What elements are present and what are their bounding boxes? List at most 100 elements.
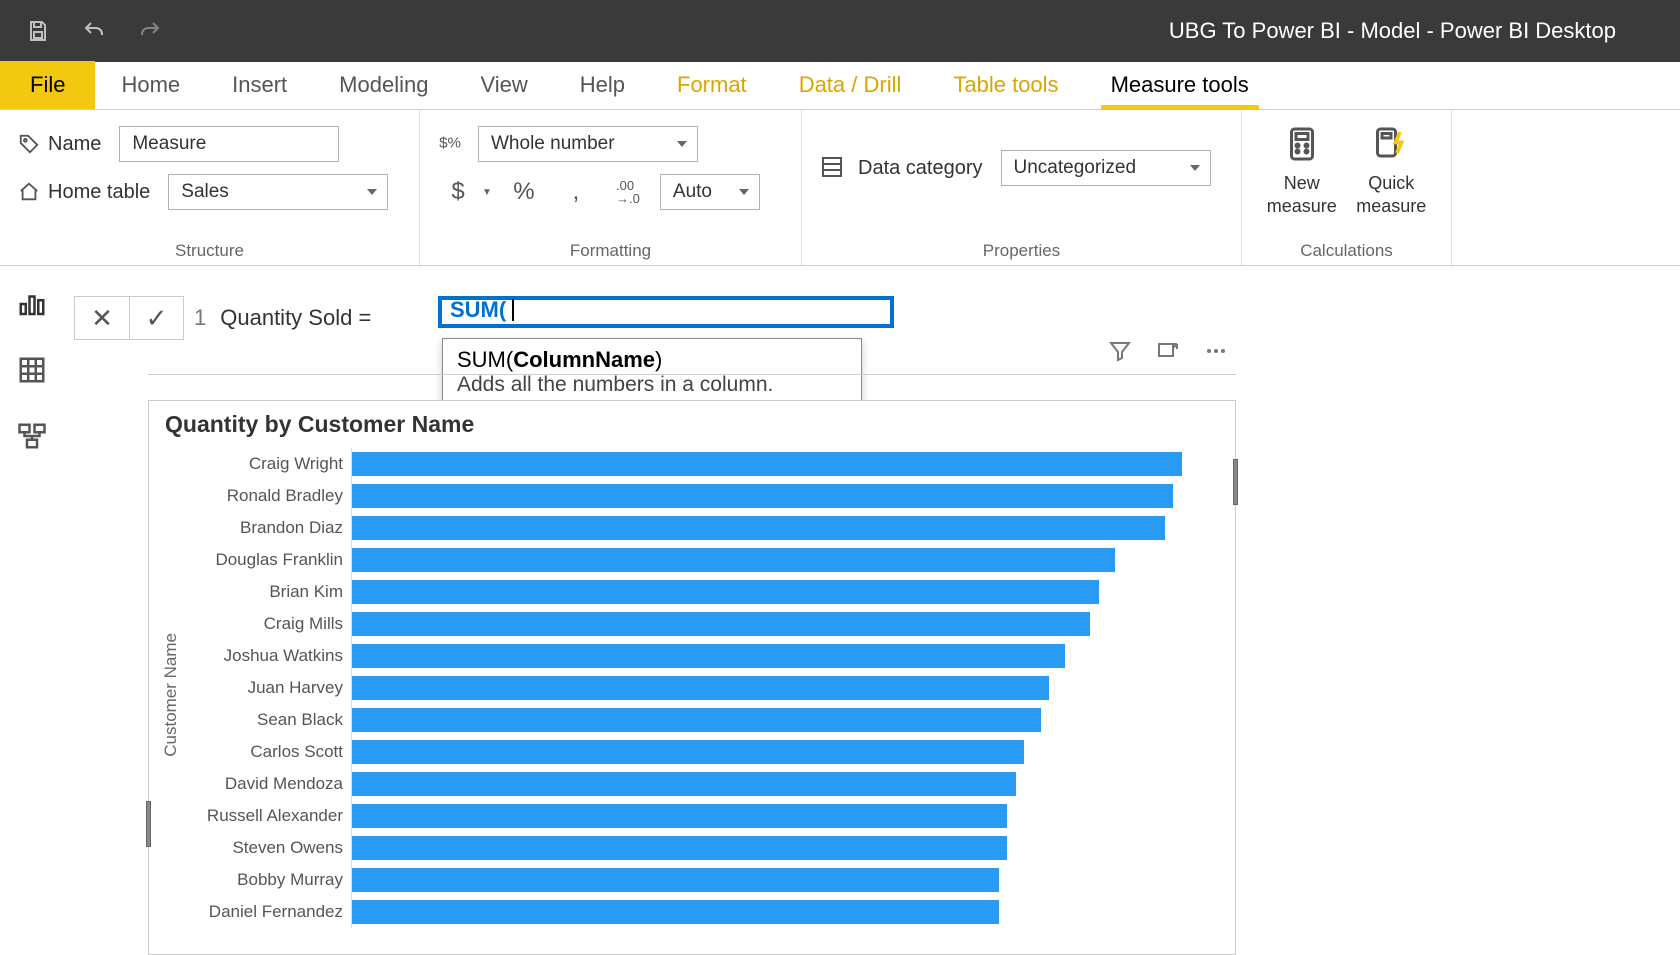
visual-frame[interactable] xyxy=(148,374,1236,400)
data-category-label: Data category xyxy=(858,157,983,180)
category-label: Craig Wright xyxy=(187,448,343,480)
tab-file[interactable]: File xyxy=(0,61,95,109)
new-measure-label: New measure xyxy=(1267,172,1337,219)
focus-mode-icon[interactable] xyxy=(1156,339,1182,365)
bar[interactable] xyxy=(352,516,1165,540)
group-structure-label: Structure xyxy=(18,237,401,261)
bar[interactable] xyxy=(352,676,1049,700)
bar[interactable] xyxy=(352,772,1016,796)
formula-editor[interactable]: SUM( xyxy=(438,296,894,328)
bar[interactable] xyxy=(352,708,1041,732)
category-label: Steven Owens xyxy=(187,832,343,864)
bar[interactable] xyxy=(352,644,1065,668)
category-label: Brian Kim xyxy=(187,576,343,608)
bar[interactable] xyxy=(352,868,999,892)
bar[interactable] xyxy=(352,612,1090,636)
tooltip-sig-arg: ColumnName xyxy=(513,347,655,372)
tab-modeling[interactable]: Modeling xyxy=(313,61,454,109)
ribbon: Name Measure Home table Sales Structure … xyxy=(0,110,1680,266)
filter-icon[interactable] xyxy=(1108,339,1134,365)
new-measure-button[interactable]: New measure xyxy=(1260,120,1344,220)
decimal-places-input[interactable]: Auto xyxy=(660,174,760,210)
quick-measure-icon xyxy=(1369,122,1413,166)
y-axis-labels: Craig WrightRonald BradleyBrandon DiazDo… xyxy=(187,448,351,928)
category-label: Russell Alexander xyxy=(187,800,343,832)
format-type-select[interactable]: Whole number xyxy=(478,126,698,162)
format-icon: $% xyxy=(438,130,466,158)
tab-view[interactable]: View xyxy=(454,61,553,109)
calculator-icon xyxy=(1280,122,1324,166)
category-label: Daniel Fernandez xyxy=(187,896,343,928)
tab-measure-tools[interactable]: Measure tools xyxy=(1085,61,1275,109)
category-label: Joshua Watkins xyxy=(187,640,343,672)
category-label: Bobby Murray xyxy=(187,864,343,896)
bar[interactable] xyxy=(352,740,1024,764)
bar[interactable] xyxy=(352,548,1115,572)
formula-function: SUM( xyxy=(450,297,506,323)
redo-icon[interactable] xyxy=(136,17,164,45)
resize-handle-right[interactable] xyxy=(1233,459,1238,505)
category-label: Juan Harvey xyxy=(187,672,343,704)
tab-data-drill[interactable]: Data / Drill xyxy=(773,61,928,109)
tooltip-sig-pre: SUM( xyxy=(457,347,513,372)
measure-name-input[interactable]: Measure xyxy=(119,126,339,162)
tooltip-sig-post: ) xyxy=(655,347,662,372)
group-formatting-label: Formatting xyxy=(438,237,783,261)
group-calculations-label: Calculations xyxy=(1260,237,1433,261)
y-axis-title: Customer Name xyxy=(161,633,181,757)
chart-title: Quantity by Customer Name xyxy=(149,401,1235,444)
svg-text:$%: $% xyxy=(439,134,461,151)
report-view-button[interactable] xyxy=(14,286,50,322)
home-table-icon xyxy=(18,181,40,203)
category-label: Ronald Bradley xyxy=(187,480,343,512)
formula-commit-button[interactable]: ✓ xyxy=(129,297,183,339)
formula-bar: ✕ ✓ 1 Quantity Sold = xyxy=(74,296,371,340)
bar[interactable] xyxy=(352,580,1099,604)
quick-measure-label: Quick measure xyxy=(1356,172,1426,219)
bar-chart-visual[interactable]: Quantity by Customer Name Customer Name … xyxy=(148,400,1236,955)
resize-handle-left[interactable] xyxy=(146,801,151,847)
bar[interactable] xyxy=(352,484,1173,508)
decimal-button[interactable]: .00→.0 xyxy=(608,172,648,212)
tab-table-tools[interactable]: Table tools xyxy=(927,61,1084,109)
model-view-button[interactable] xyxy=(14,418,50,454)
tag-icon xyxy=(18,133,40,155)
category-icon xyxy=(820,155,846,181)
tab-help[interactable]: Help xyxy=(554,61,651,109)
home-table-select[interactable]: Sales xyxy=(168,174,388,210)
category-label: Carlos Scott xyxy=(187,736,343,768)
category-label: Douglas Franklin xyxy=(187,544,343,576)
name-label: Name xyxy=(48,133,101,155)
quick-measure-button[interactable]: Quick measure xyxy=(1350,120,1434,220)
bar[interactable] xyxy=(352,804,1007,828)
category-label: Brandon Diaz xyxy=(187,512,343,544)
home-table-label: Home table xyxy=(48,181,150,203)
formula-lhs: Quantity Sold = xyxy=(220,305,371,331)
save-icon[interactable] xyxy=(24,17,52,45)
tab-home[interactable]: Home xyxy=(95,61,206,109)
data-category-select[interactable]: Uncategorized xyxy=(1001,150,1211,186)
tab-format[interactable]: Format xyxy=(651,61,773,109)
bar[interactable] xyxy=(352,452,1182,476)
category-label: Sean Black xyxy=(187,704,343,736)
ribbon-tabs: File HomeInsertModelingViewHelpFormatDat… xyxy=(0,62,1680,110)
currency-button[interactable]: $ xyxy=(438,172,478,212)
text-cursor xyxy=(512,299,514,321)
comma-button[interactable]: , xyxy=(556,172,596,212)
tab-insert[interactable]: Insert xyxy=(206,61,313,109)
undo-icon[interactable] xyxy=(80,17,108,45)
more-options-icon[interactable] xyxy=(1204,339,1230,365)
percent-button[interactable]: % xyxy=(504,172,544,212)
category-label: Craig Mills xyxy=(187,608,343,640)
data-view-button[interactable] xyxy=(14,352,50,388)
title-bar: UBG To Power BI - Model - Power BI Deskt… xyxy=(0,0,1680,62)
chart-plot-area xyxy=(351,448,1223,928)
window-title: UBG To Power BI - Model - Power BI Deskt… xyxy=(192,18,1656,44)
formula-line-number: 1 xyxy=(194,305,206,331)
view-switcher xyxy=(0,266,64,454)
bar[interactable] xyxy=(352,836,1007,860)
bar[interactable] xyxy=(352,900,999,924)
category-label: David Mendoza xyxy=(187,768,343,800)
formula-cancel-button[interactable]: ✕ xyxy=(75,297,129,339)
group-properties-label: Properties xyxy=(820,237,1223,261)
